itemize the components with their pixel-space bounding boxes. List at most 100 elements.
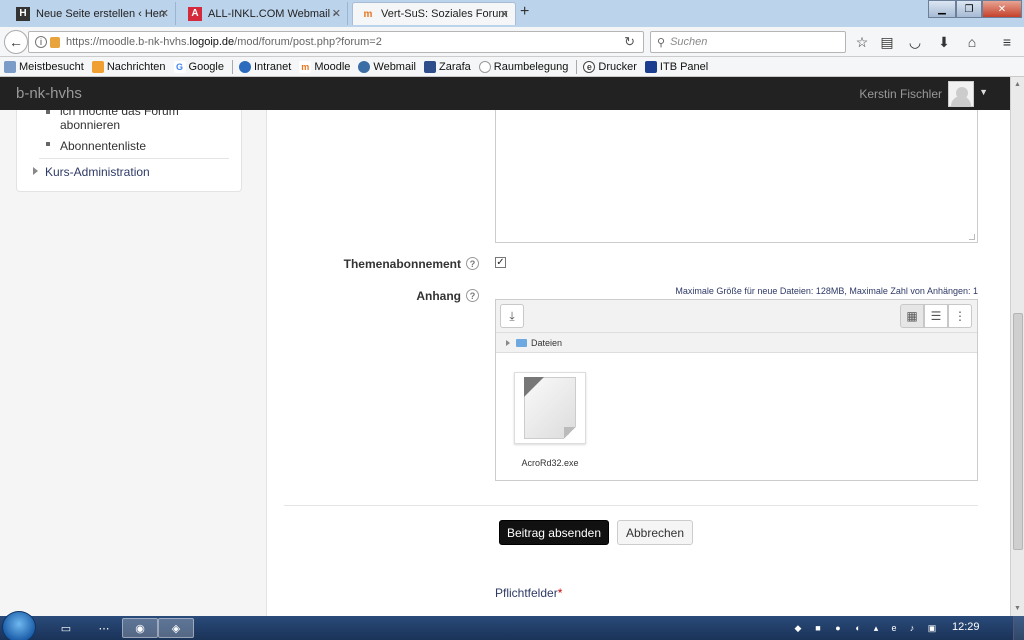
new-tab-icon[interactable]: + (520, 3, 529, 21)
subscribe-forum-link[interactable]: ich möchte das Forum abonnieren (60, 110, 179, 132)
scroll-up-icon[interactable]: ▲ (1014, 81, 1021, 88)
close-window-icon[interactable]: ✕ (982, 0, 1022, 18)
page-scrollbar[interactable]: ▲ ▼ (1010, 77, 1024, 616)
maximize-window-icon[interactable]: ❐ (956, 0, 982, 18)
divider (39, 158, 229, 159)
site-brand[interactable]: b-nk-hvhs (16, 85, 82, 102)
user-name[interactable]: Kerstin Fischler (859, 87, 942, 101)
hermes-favicon-icon: H (16, 6, 30, 21)
tray-app-icon[interactable]: ■ (812, 622, 824, 634)
bookmark-label: ITB Panel (659, 60, 709, 73)
pocket-icon[interactable]: ◡ (906, 33, 924, 51)
moodle-header: b-nk-hvhs Kerstin Fischler ▼ (0, 77, 1010, 110)
file-name[interactable]: AcroRd32.exe (514, 458, 586, 468)
search-icon: ⚲ (657, 36, 666, 49)
folder-icon (516, 338, 527, 347)
bookmark-meistbesucht[interactable]: Meistbesucht (4, 60, 84, 73)
allinkl-favicon-icon: A (188, 6, 202, 21)
help-icon[interactable]: ? (466, 257, 479, 270)
bookmark-raumbelegung[interactable]: Raumbelegung (478, 60, 568, 73)
bookmark-webmail[interactable]: Webmail (358, 60, 416, 73)
navigation-toolbar: ← i https://moodle.b-nk-hvhs. logoip.de/m… (0, 27, 1024, 57)
help-icon[interactable]: ? (466, 289, 479, 302)
insecure-lock-icon[interactable] (50, 36, 60, 48)
info-icon[interactable]: i (35, 36, 47, 48)
bookmark-label: Moodle (314, 60, 351, 73)
view-icons-icon[interactable]: ▦ (900, 304, 924, 328)
add-file-icon[interactable]: ⤓ (500, 304, 524, 328)
minimize-window-icon[interactable]: ▁ (928, 0, 956, 18)
course-administration-link[interactable]: Kurs-Administration (45, 165, 150, 179)
bookmarks-toolbar: Meistbesucht Nachrichten G Google Intrane… (0, 57, 1024, 77)
taskbar-clock[interactable]: 12:29 (952, 621, 980, 633)
app-window-icon[interactable]: ◈ (158, 618, 194, 638)
expand-triangle-icon[interactable] (33, 167, 38, 175)
moodle-icon: m (299, 60, 312, 73)
bookmark-label: Meistbesucht (19, 60, 84, 73)
back-arrow-icon[interactable]: ← (4, 30, 28, 54)
subscribers-list-link[interactable]: Abonnentenliste (60, 139, 146, 153)
bookmark-intranet[interactable]: Intranet (239, 60, 291, 73)
tray-app-icon[interactable]: ▴ (870, 622, 882, 634)
bookmark-nachrichten[interactable]: Nachrichten (91, 60, 166, 73)
file-tile[interactable] (514, 372, 586, 444)
search-input[interactable]: ⚲ Suchen (650, 31, 846, 53)
subscription-checkbox[interactable]: ✓ (495, 257, 506, 268)
reload-icon[interactable]: ↻ (624, 34, 635, 50)
volume-icon[interactable]: ♪ (906, 622, 918, 634)
close-tab-icon[interactable]: ✕ (500, 8, 509, 21)
cancel-button[interactable]: Abbrechen (617, 520, 693, 545)
close-tab-icon[interactable]: ✕ (160, 7, 169, 20)
required-fields-note: Pflichtfelder* (495, 586, 562, 600)
close-tab-icon[interactable]: ✕ (332, 7, 341, 20)
tray-ie-icon[interactable]: e (888, 622, 900, 634)
bookmark-moodle[interactable]: m Moodle (299, 60, 351, 73)
resize-handle-icon[interactable] (969, 234, 975, 240)
tray-app-icon[interactable]: ● (832, 622, 844, 634)
view-tree-icon[interactable]: ⋮ (948, 304, 972, 328)
show-desktop-button[interactable] (1013, 616, 1024, 640)
drupal-icon (239, 60, 251, 73)
bookmark-label: Google (188, 60, 224, 73)
user-menu-caret-icon[interactable]: ▼ (979, 87, 988, 97)
submit-post-button[interactable]: Beitrag absenden (499, 520, 609, 545)
scroll-down-icon[interactable]: ▼ (1014, 605, 1021, 612)
bookmark-drucker[interactable]: e Drucker (583, 60, 637, 73)
tray-app-icon[interactable]: ◐ (852, 622, 864, 634)
webmail-icon (358, 60, 371, 73)
rss-icon (91, 60, 104, 73)
file-manager-toolbar: ⤓ ▦ ☰ ⋮ (496, 300, 977, 333)
scroll-thumb[interactable] (1013, 313, 1023, 550)
bookmark-itb-panel[interactable]: ITB Panel (644, 60, 709, 73)
url-suffix: /mod/forum/post.php?forum=2 (234, 36, 382, 48)
bookmark-star-icon[interactable]: ☆ (853, 33, 871, 51)
attachment-label: Anhang (416, 289, 461, 303)
bullet (46, 110, 50, 114)
tab-hermes[interactable]: H Neue Seite erstellen ‹ Herm... ✕ (8, 2, 176, 25)
network-drive-icon[interactable]: ⋯ (86, 618, 122, 638)
reading-list-icon[interactable]: ▤ (878, 33, 896, 51)
url-bar[interactable]: i https://moodle.b-nk-hvhs. logoip.de/mod… (28, 31, 644, 53)
bookmark-google[interactable]: G Google (173, 60, 224, 73)
bookmark-label: Nachrichten (106, 60, 166, 73)
firefox-icon[interactable]: ◉ (122, 618, 158, 638)
tab-webmail[interactable]: A ALL-INKL.COM Webmail - ... ✕ (180, 2, 348, 25)
bookmark-zarafa[interactable]: Zarafa (423, 60, 471, 73)
windows-start-icon[interactable] (2, 611, 36, 640)
bullet (46, 142, 50, 146)
menu-hamburger-icon[interactable]: ≡ (998, 33, 1016, 51)
explorer-folder-icon[interactable]: ▭ (48, 618, 84, 638)
view-list-icon[interactable]: ☰ (924, 304, 948, 328)
network-icon[interactable]: ▣ (926, 622, 938, 634)
message-editor[interactable] (495, 110, 978, 243)
expand-triangle-icon[interactable] (506, 339, 510, 346)
windows-taskbar: ▭ ⋯ ◉ ◈ ◆ ■ ● ◐ ▴ e ♪ ▣ 12:29 (0, 611, 1024, 640)
avatar[interactable] (948, 81, 974, 107)
administration-block: ich möchte das Forum abonnieren Abonnent… (16, 110, 242, 192)
home-icon[interactable]: ⌂ (963, 33, 981, 51)
download-icon[interactable]: ⬇ (935, 33, 953, 51)
folder-label[interactable]: Dateien (531, 338, 562, 348)
tab-moodle-forum[interactable]: m Vert-SuS: Soziales Forum: ... ✕ (352, 2, 516, 25)
tray-app-icon[interactable]: ◆ (792, 622, 804, 634)
document-icon (524, 377, 576, 439)
